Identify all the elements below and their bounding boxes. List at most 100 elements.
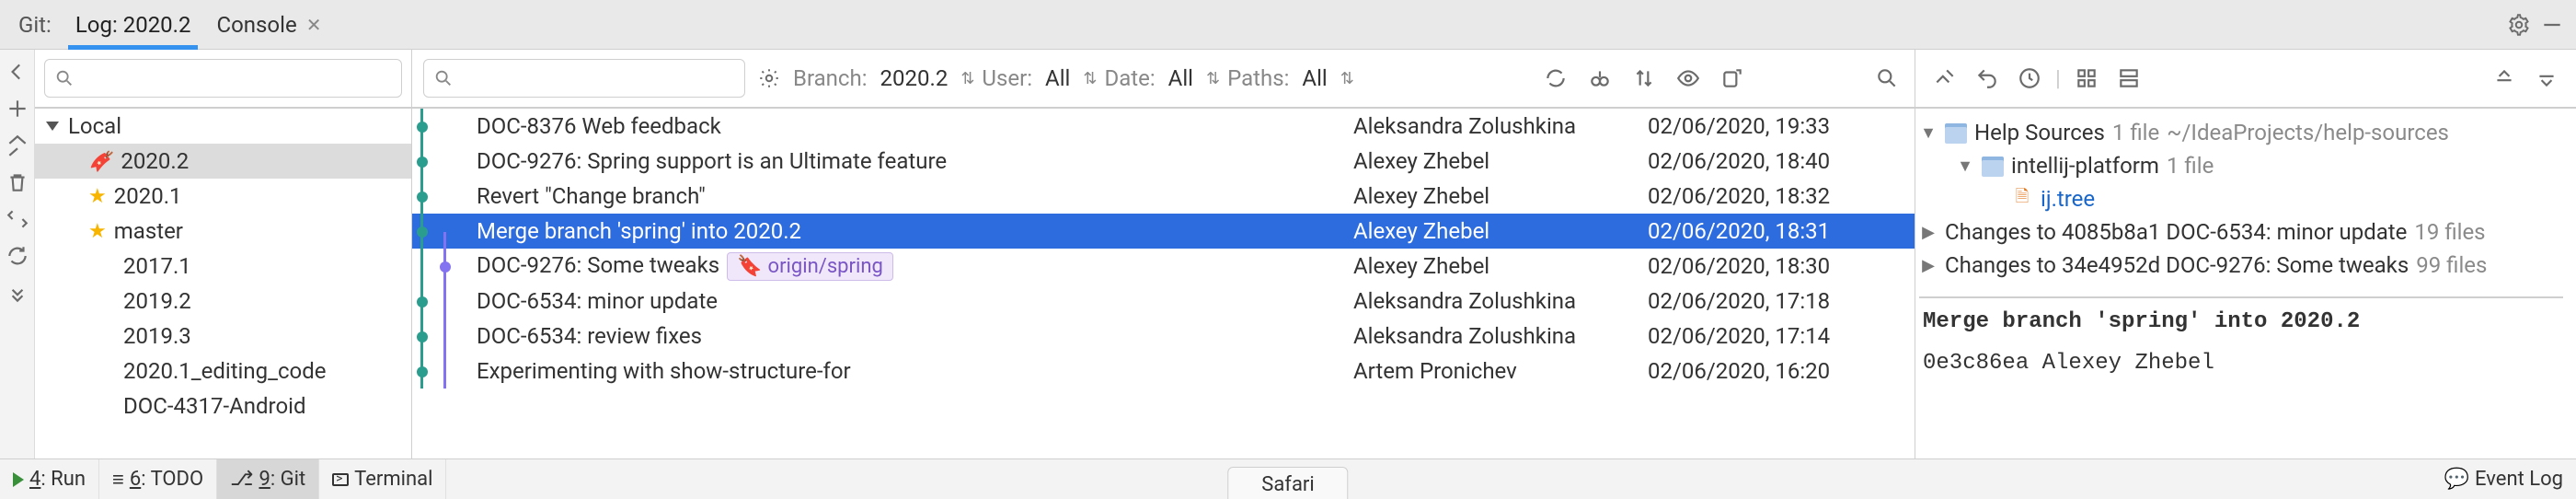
file-count: 99 files: [2416, 252, 2487, 278]
chevron-down-icon: ▼: [1919, 123, 1938, 143]
search-icon: [433, 68, 454, 88]
terminal-toolwindow-button[interactable]: Terminal: [319, 459, 446, 499]
commit-row[interactable]: Revert "Change branch" Alexey Zhebel 02/…: [412, 179, 1915, 214]
branches-tree: Local 🔖 2020.2 ★2020.1 ★master 2017.1 201…: [35, 109, 411, 458]
tab-log[interactable]: Log: 2020.2: [63, 0, 204, 50]
branch-label: DOC-4317-Android: [123, 393, 306, 419]
tag-icon: 🔖: [89, 148, 112, 173]
diff-icon[interactable]: [3, 204, 32, 234]
change-group[interactable]: ▶ Changes to 4085b8a1 DOC-6534: minor up…: [1919, 215, 2563, 249]
gear-icon[interactable]: [2502, 8, 2536, 41]
terminal-icon: [332, 473, 349, 486]
top-tabs: Git: Log: 2020.2 Console ✕: [0, 0, 2576, 50]
event-log-button[interactable]: 💬 Event Log: [2432, 459, 2576, 499]
undo-icon[interactable]: [1971, 62, 2004, 95]
git-toolwindow-button[interactable]: ⎇ 9: Git: [217, 459, 319, 499]
status-bar: 4: Run ≡ 6: TODO ⎇ 9: Git Terminal 💬 Eve…: [0, 458, 2576, 499]
commit-message: Experimenting with show-structure-for: [473, 358, 1344, 384]
change-group-label: Changes to 34e4952d DOC-9276: Some tweak…: [1945, 252, 2409, 278]
branch-item[interactable]: ★2020.1: [35, 179, 411, 214]
changed-files-root[interactable]: ▼ Help Sources 1 file ~/IdeaProjects/hel…: [1919, 116, 2563, 149]
commit-row[interactable]: Merge branch 'spring' into 2020.2 Alexey…: [412, 214, 1915, 249]
delete-icon[interactable]: [3, 168, 32, 197]
tab-log-label: Log: 2020.2: [75, 12, 191, 38]
highlight-icon[interactable]: [1928, 62, 1961, 95]
filter-paths[interactable]: Paths: All ⇅: [1227, 65, 1354, 91]
filter-date[interactable]: Date: All ⇅: [1104, 65, 1220, 91]
commit-date: 02/06/2020, 18:30: [1648, 253, 1896, 279]
branch-item[interactable]: ★master: [35, 214, 411, 249]
commit-row[interactable]: DOC-8376 Web feedback Aleksandra Zolushk…: [412, 109, 1915, 144]
more-icon[interactable]: [3, 278, 32, 308]
newbranch-icon[interactable]: [1716, 62, 1749, 95]
change-group[interactable]: ▶ Changes to 34e4952d DOC-9276: Some twe…: [1919, 249, 2563, 282]
refresh-icon[interactable]: [3, 241, 32, 271]
folder-icon: [1945, 123, 1967, 142]
file-icon: 🗎: [2011, 188, 2033, 210]
expand-icon[interactable]: [3, 131, 32, 160]
commit-hash: 0e3c86ea: [1923, 351, 2029, 376]
settings-icon[interactable]: [2530, 62, 2563, 95]
branch-icon: ⎇: [230, 468, 253, 491]
branch-label: 2020.1_editing_code: [123, 358, 326, 384]
commit-list[interactable]: DOC-8376 Web feedback Aleksandra Zolushk…: [412, 109, 1915, 458]
commit-message: DOC-8376 Web feedback: [473, 113, 1344, 139]
branch-item[interactable]: DOC-4317-Android: [35, 389, 411, 424]
commit-message: Revert "Change branch": [473, 183, 1344, 209]
details-toolbar: |: [1915, 50, 2576, 109]
branch-item[interactable]: 2020.1_editing_code: [35, 354, 411, 389]
group-icon[interactable]: [2070, 62, 2103, 95]
left-gutter: [0, 50, 35, 458]
search-icon[interactable]: [1870, 62, 1903, 95]
commit-author: Alexey Zhebel: [1353, 218, 1639, 244]
changed-file[interactable]: 🗎 ij.tree: [1919, 182, 2563, 215]
commit-date: 02/06/2020, 18:32: [1648, 183, 1896, 209]
tab-console[interactable]: Console ✕: [203, 0, 334, 50]
chevron-right-icon: ▶: [1919, 223, 1938, 242]
file-label: ij.tree: [2041, 186, 2095, 212]
changed-files-folder[interactable]: ▼ intellij-platform 1 file: [1919, 149, 2563, 182]
expandall-icon[interactable]: [2112, 62, 2145, 95]
minimize-icon[interactable]: [2536, 8, 2569, 41]
preview-icon[interactable]: [1672, 62, 1705, 95]
commit-author: Alexey Zhebel: [1353, 148, 1639, 174]
commits-search-input[interactable]: [423, 59, 745, 98]
commit-row[interactable]: DOC-9276: Some tweaks🔖origin/spring Alex…: [412, 249, 1915, 284]
branches-search-input[interactable]: [44, 59, 402, 98]
commit-author: Aleksandra Zolushkina: [1353, 323, 1639, 349]
branch-item[interactable]: 2019.2: [35, 284, 411, 319]
nav-back-icon[interactable]: [3, 57, 32, 87]
branch-item[interactable]: 2017.1: [35, 249, 411, 284]
run-toolwindow-button[interactable]: 4: Run: [0, 459, 99, 499]
commit-message: DOC-9276: Some tweaks🔖origin/spring: [473, 252, 1344, 281]
collapseall-icon[interactable]: [2488, 62, 2521, 95]
terminal-label: Terminal: [354, 468, 432, 491]
commit-row[interactable]: DOC-6534: review fixes Aleksandra Zolush…: [412, 319, 1915, 354]
sync-icon[interactable]: [1539, 62, 1572, 95]
folder-label: intellij-platform: [2011, 153, 2159, 179]
commit-date: 02/06/2020, 17:14: [1648, 323, 1896, 349]
close-icon[interactable]: ✕: [306, 14, 322, 36]
commit-author: Aleksandra Zolushkina: [1353, 288, 1639, 314]
cherrypick-icon[interactable]: [1583, 62, 1616, 95]
filter-branch[interactable]: Branch: 2020.2 ⇅: [793, 65, 974, 91]
history-icon[interactable]: [2013, 62, 2046, 95]
branch-item[interactable]: 🔖 2020.2: [35, 144, 411, 179]
commit-row[interactable]: Experimenting with show-structure-for Ar…: [412, 354, 1915, 389]
browser-tab[interactable]: Safari: [1227, 467, 1348, 499]
commits-panel: Branch: 2020.2 ⇅ User: All ⇅ Date: All ⇅…: [412, 50, 1915, 458]
file-count: 1 file: [2112, 120, 2159, 145]
sort-icon[interactable]: [1627, 62, 1661, 95]
commit-date: 02/06/2020, 16:20: [1648, 358, 1896, 384]
tag-icon: 🔖: [737, 255, 762, 278]
branch-item[interactable]: 2019.3: [35, 319, 411, 354]
commit-row[interactable]: DOC-6534: minor update Aleksandra Zolush…: [412, 284, 1915, 319]
branch-root-local[interactable]: Local: [35, 109, 411, 144]
commit-row[interactable]: DOC-9276: Spring support is an Ultimate …: [412, 144, 1915, 179]
chevron-right-icon: ▶: [1919, 256, 1938, 275]
filter-user[interactable]: User: All ⇅: [982, 65, 1097, 91]
add-icon[interactable]: [3, 94, 32, 123]
branch-label: 2020.2: [121, 148, 189, 174]
filter-gear-icon[interactable]: [753, 62, 786, 95]
todo-toolwindow-button[interactable]: ≡ 6: TODO: [99, 459, 217, 499]
